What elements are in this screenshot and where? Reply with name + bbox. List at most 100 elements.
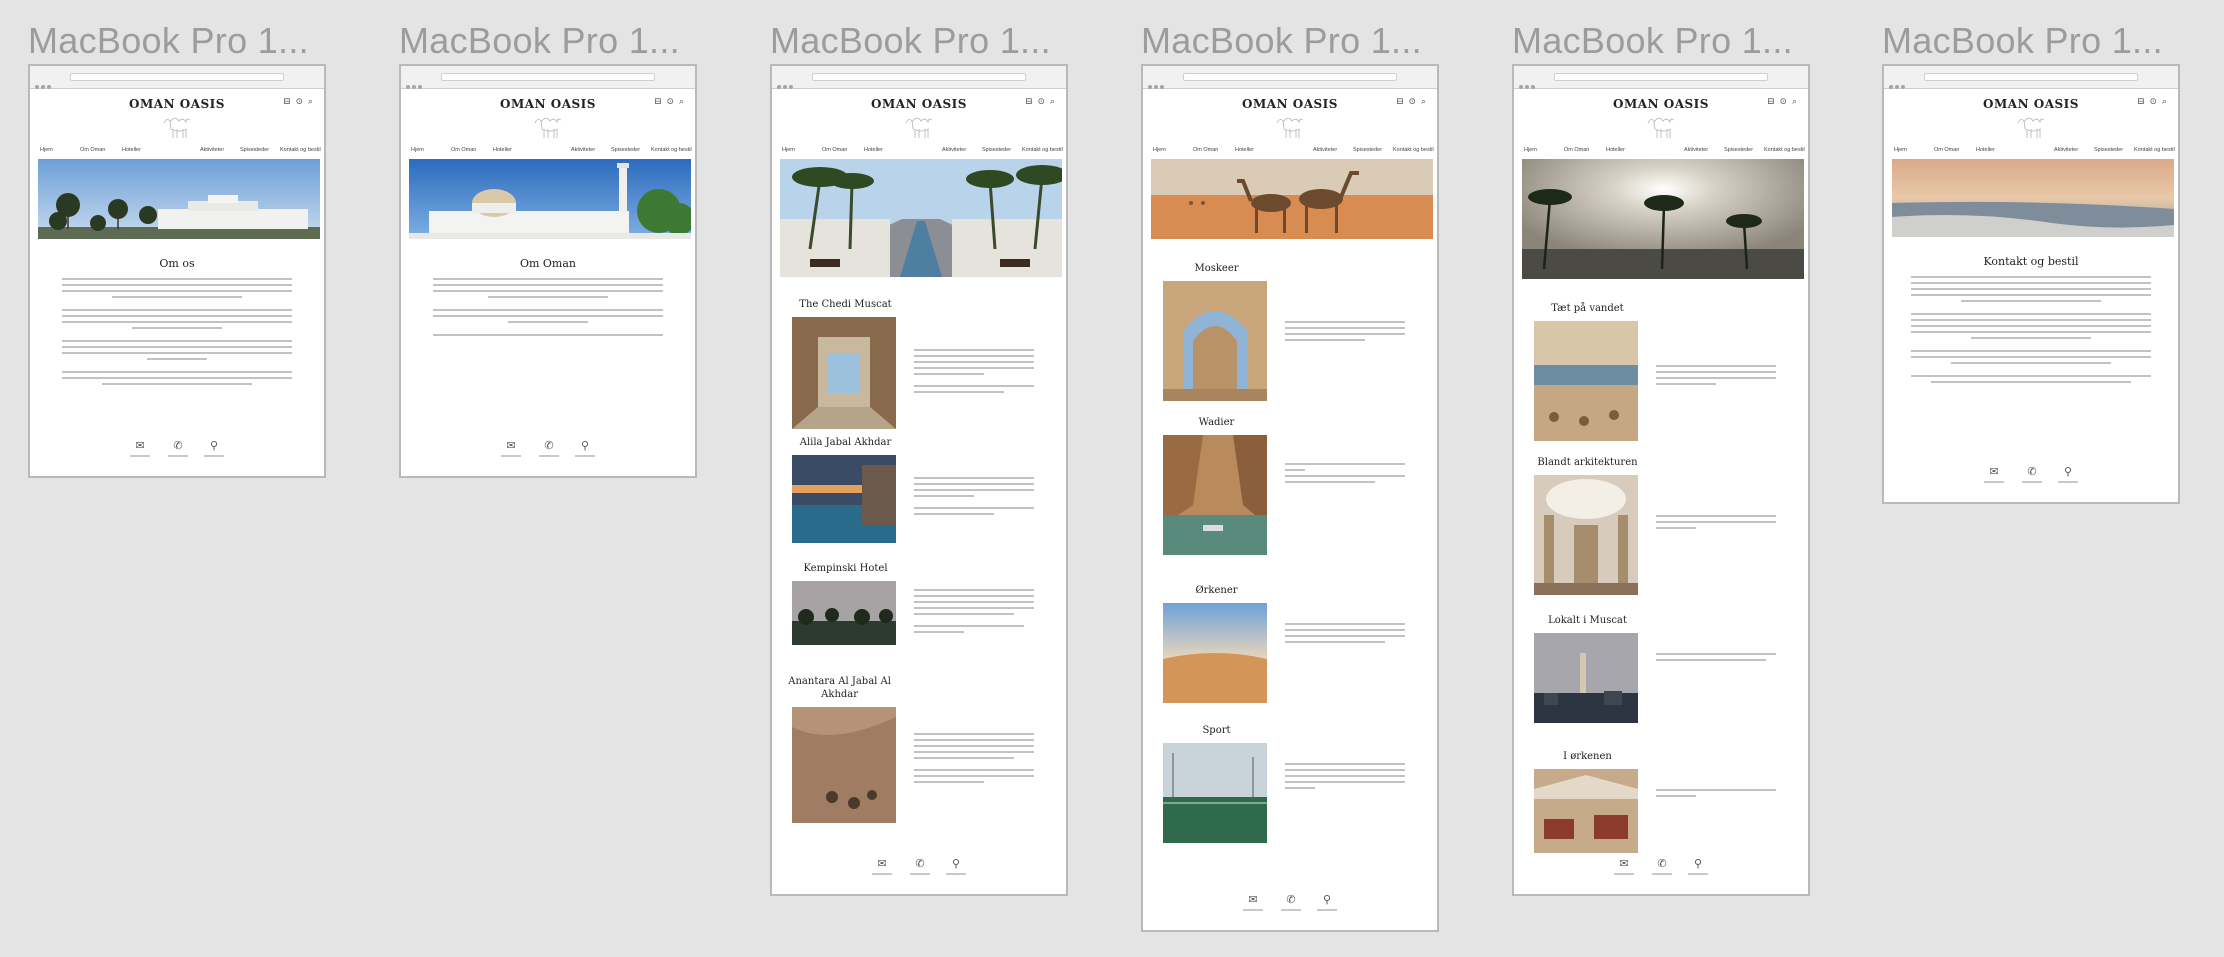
artboard-title[interactable]: MacBook Pro 1... [770,20,1051,62]
hero-image-grand-mosque [409,159,691,239]
mail-icon[interactable]: ✉ [1241,894,1265,911]
location-pin-icon[interactable]: ⚲ [573,440,597,457]
section-title: Om os [159,257,195,270]
site-logo: OMAN OASIS [1983,97,2079,111]
camel-logo-icon [2017,117,2045,138]
nav-item-om-oman[interactable]: Om Oman [1934,147,1959,153]
artboard-title[interactable]: MacBook Pro 1... [1512,20,1793,62]
nav-item-spisesteder[interactable]: Spisesteder [240,147,269,153]
body-text [401,278,695,336]
nav-item-om-oman[interactable]: Om Oman [1564,147,1589,153]
site-footer: ✉ ✆ ⚲ [772,858,1066,882]
nav-item-om-oman[interactable]: Om Oman [822,147,847,153]
hotel-title: Kempinski Hotel [803,563,888,574]
nav-item-kontakt[interactable]: Kontakt og bestil [1022,147,1063,153]
phone-icon[interactable]: ✆ [908,858,932,875]
nav-item-aktiviteter[interactable]: Aktiviteter [200,147,224,153]
nav-item-kontakt[interactable]: Kontakt og bestil [280,147,321,153]
activity-list: Moskeer Wadier Ørkener Sport [1143,239,1437,879]
nav-item-hjem[interactable]: Hjem [782,147,795,153]
header-icons[interactable]: ⊟ ⊙ ⌕ [1767,97,1798,107]
hero-image-resort-pool [780,159,1062,277]
location-pin-icon[interactable]: ⚲ [2056,466,2080,483]
nav-item-hoteller[interactable]: Hoteller [1976,147,1995,153]
browser-toolbar [772,66,1066,89]
artboard-title[interactable]: MacBook Pro 1... [399,20,680,62]
artboard-title[interactable]: MacBook Pro 1... [1882,20,2163,62]
url-bar [812,73,1026,81]
phone-icon[interactable]: ✆ [1650,858,1674,875]
header-icons[interactable]: ⊟ ⊙ ⌕ [1396,97,1427,107]
nav-item-kontakt[interactable]: Kontakt og bestil [1764,147,1805,153]
page-preview: OMAN OASIS ⊟ ⊙ ⌕ Hjem Om Oman Hoteller A… [28,64,326,478]
nav-item-hoteller[interactable]: Hoteller [1235,147,1254,153]
header-icons[interactable]: ⊟ ⊙ ⌕ [1025,97,1056,107]
hotel-image-beach-resort [792,581,896,645]
location-pin-icon[interactable]: ⚲ [1686,858,1710,875]
nav-item-spisesteder[interactable]: Spisesteder [611,147,640,153]
location-pin-icon[interactable]: ⚲ [202,440,226,457]
nav-item-aktiviteter[interactable]: Aktiviteter [1313,147,1337,153]
nav-item-om-oman[interactable]: Om Oman [80,147,105,153]
site-logo: OMAN OASIS [1613,97,1709,111]
phone-icon[interactable]: ✆ [1279,894,1303,911]
restaurant-title: Blandt arkitekturen [1537,457,1638,468]
nav-item-hoteller[interactable]: Hoteller [493,147,512,153]
activity-image-desert-dunes [1163,603,1267,703]
location-pin-icon[interactable]: ⚲ [1315,894,1339,911]
main-nav: Hjem Om Oman Hoteller Aktiviteter Spises… [1143,147,1437,159]
restaurant-description [1656,653,1796,661]
artboard-title[interactable]: MacBook Pro 1... [28,20,309,62]
url-bar [1924,73,2138,81]
phone-icon[interactable]: ✆ [166,440,190,457]
nav-item-om-oman[interactable]: Om Oman [451,147,476,153]
site-header: OMAN OASIS ⊟ ⊙ ⌕ [1884,89,2178,147]
nav-item-aktiviteter[interactable]: Aktiviteter [2054,147,2078,153]
page-preview: OMAN OASIS ⊟ ⊙ ⌕ Hjem Om Oman Hoteller A… [399,64,697,478]
nav-item-kontakt[interactable]: Kontakt og bestil [1393,147,1434,153]
mail-icon[interactable]: ✉ [1612,858,1636,875]
site-logo: OMAN OASIS [129,97,225,111]
nav-item-hoteller[interactable]: Hoteller [122,147,141,153]
site-footer: ✉ ✆ ⚲ [1884,466,2178,490]
phone-icon[interactable]: ✆ [537,440,561,457]
nav-item-hjem[interactable]: Hjem [1894,147,1907,153]
nav-item-aktiviteter[interactable]: Aktiviteter [942,147,966,153]
nav-item-hjem[interactable]: Hjem [1153,147,1166,153]
nav-item-hoteller[interactable]: Hoteller [864,147,883,153]
nav-item-aktiviteter[interactable]: Aktiviteter [1684,147,1708,153]
hotel-list: The Chedi Muscat Alila Jabal Akhdar Kemp… [772,277,1066,877]
nav-item-spisesteder[interactable]: Spisesteder [1724,147,1753,153]
nav-item-spisesteder[interactable]: Spisesteder [982,147,1011,153]
mail-icon[interactable]: ✉ [1982,466,2006,483]
header-icons[interactable]: ⊟ ⊙ ⌕ [654,97,685,107]
header-icons[interactable]: ⊟ ⊙ ⌕ [283,97,314,107]
nav-item-aktiviteter[interactable]: Aktiviteter [571,147,595,153]
nav-item-hoteller[interactable]: Hoteller [1606,147,1625,153]
artboard-title[interactable]: MacBook Pro 1... [1141,20,1422,62]
url-bar [441,73,655,81]
nav-item-om-oman[interactable]: Om Oman [1193,147,1218,153]
mail-icon[interactable]: ✉ [128,440,152,457]
nav-item-spisesteder[interactable]: Spisesteder [1353,147,1382,153]
nav-item-hjem[interactable]: Hjem [411,147,424,153]
camel-logo-icon [1276,117,1304,138]
mail-icon[interactable]: ✉ [499,440,523,457]
site-header: OMAN OASIS ⊟ ⊙ ⌕ [1514,89,1808,147]
url-bar [1554,73,1768,81]
nav-item-hjem[interactable]: Hjem [1524,147,1537,153]
nav-item-kontakt[interactable]: Kontakt og bestil [2134,147,2175,153]
main-nav: Hjem Om Oman Hoteller Aktiviteter Spises… [1514,147,1808,159]
phone-icon[interactable]: ✆ [2020,466,2044,483]
header-icons[interactable]: ⊟ ⊙ ⌕ [2137,97,2168,107]
hotel-image-infinity-pool [792,455,896,543]
section-title: Om Oman [519,257,577,270]
nav-item-kontakt[interactable]: Kontakt og bestil [651,147,692,153]
location-pin-icon[interactable]: ⚲ [944,858,968,875]
mail-icon[interactable]: ✉ [870,858,894,875]
page-preview: OMAN OASIS ⊟ ⊙ ⌕ Hjem Om Oman Hoteller A… [1882,64,2180,504]
nav-item-hjem[interactable]: Hjem [40,147,53,153]
main-nav: Hjem Om Oman Hoteller Aktiviteter Spises… [401,147,695,159]
hero-image-beach-sunset [1892,159,2174,237]
nav-item-spisesteder[interactable]: Spisesteder [2094,147,2123,153]
